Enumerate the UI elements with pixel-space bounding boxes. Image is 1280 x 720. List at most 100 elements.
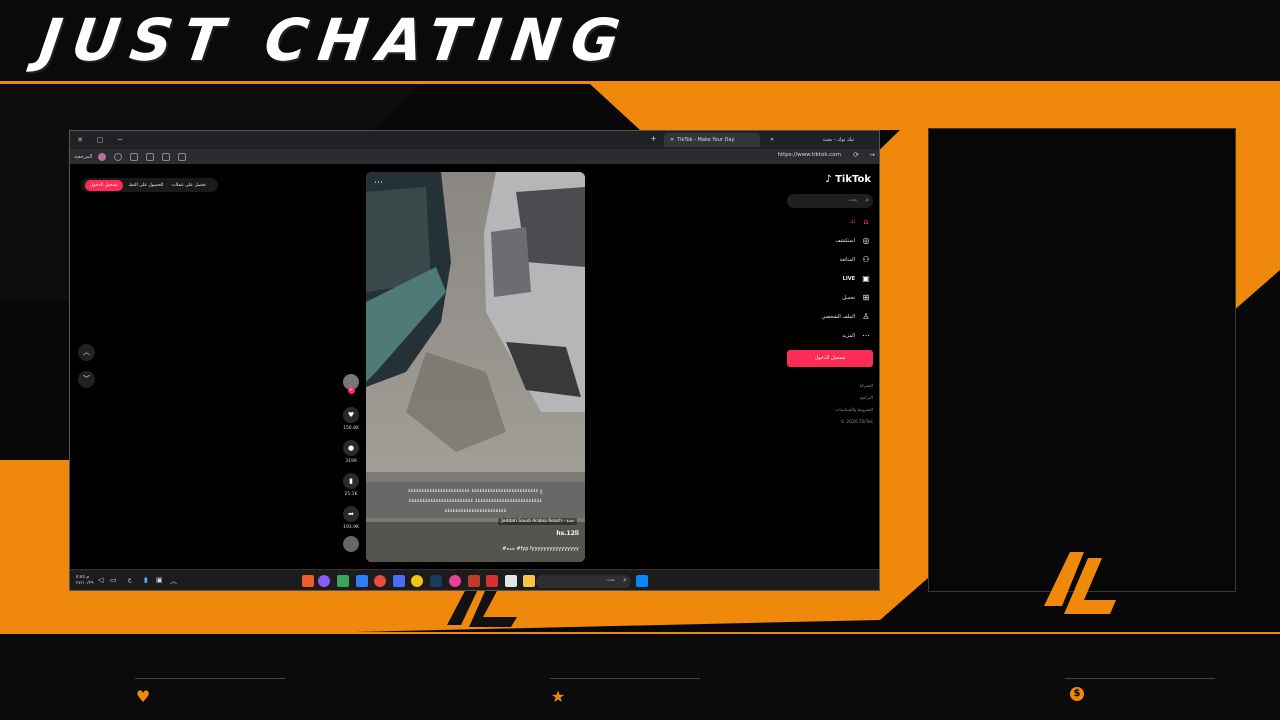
tab-label: تيك توك - بحث [822, 137, 854, 143]
tray-overflow-icon[interactable]: ︿ [170, 576, 177, 586]
nav-profile[interactable]: الملف الشخصي ♙ [822, 312, 871, 321]
nav-label: المزيد [842, 332, 855, 339]
video-username[interactable]: hs.12li [556, 530, 579, 537]
video-menu-icon[interactable]: ⋯ [374, 178, 383, 188]
search-icon[interactable]: ⌕ [865, 196, 869, 205]
favorites-label[interactable]: المرجعية [74, 154, 92, 160]
location-tag[interactable]: Jeddah Saudi Arabia Reach - جدة [498, 518, 577, 525]
star-icon: ★ [550, 687, 566, 706]
app-icon[interactable] [393, 575, 405, 587]
app-icon[interactable] [318, 575, 330, 587]
tiktok-logo[interactable]: ♪ TikTok [825, 174, 871, 185]
share-action[interactable]: ➦ 193.9K [340, 506, 362, 530]
comment-action[interactable]: ● 3199 [340, 440, 362, 464]
footer-link[interactable]: الشركة [859, 384, 873, 389]
nav-label: LIVE [842, 275, 855, 282]
settings-icon[interactable] [178, 152, 187, 161]
favorites-icon[interactable] [162, 152, 171, 161]
footer-link[interactable]: الشروط والسياسات [835, 408, 873, 413]
share-icon[interactable]: ➦ [343, 506, 359, 522]
next-video-button[interactable]: ﹀ [78, 371, 95, 388]
search-input[interactable]: بحث ⌕ [787, 194, 873, 208]
minimize-window-icon[interactable]: ─ [110, 136, 130, 144]
app-icon[interactable] [468, 575, 480, 587]
chrome-icon[interactable] [411, 575, 423, 587]
taskbar-search[interactable]: بحث ⌕ [536, 575, 631, 588]
nav-explore[interactable]: استكشف ◎ [836, 236, 872, 245]
close-window-icon[interactable]: ✕ [70, 136, 90, 144]
extension-icon[interactable] [98, 152, 107, 161]
like-action[interactable]: ♥ 150.8K [340, 407, 362, 431]
refresh-icon[interactable]: ⟳ [853, 151, 859, 159]
nav-label: لك [849, 218, 855, 225]
music-disc-icon[interactable] [343, 536, 359, 552]
collections-icon[interactable] [146, 152, 155, 161]
login-button[interactable]: تسجيل الدخول [787, 350, 873, 367]
save-action[interactable]: ▮ 25.1K [340, 473, 362, 497]
windows-start-icon[interactable] [636, 575, 648, 587]
like-count: 150.8K [343, 426, 359, 431]
close-tab-icon[interactable]: ✕ [770, 137, 774, 143]
language-icon[interactable]: ع [128, 576, 132, 583]
profile-icon[interactable] [114, 152, 123, 161]
app-icon[interactable] [449, 575, 461, 587]
comment-count: 3199 [345, 459, 357, 464]
app-icon[interactable] [337, 575, 349, 587]
footer-link[interactable]: البرامج [860, 396, 873, 401]
close-tab-icon[interactable]: ✕ [670, 137, 674, 143]
file-explorer-icon[interactable] [523, 575, 535, 587]
following-icon: ⚇ [862, 255, 870, 264]
video-player[interactable]: ⋯ ع ٤٤٤٤٤٤٤٤٤٤٤٤٤٤٤٤٤٤٤٤٤٤٤٤٤ ٤٤٤٤٤٤٤٤٤٤… [366, 172, 585, 562]
stream-overlay: JUST CHATING ♥ ★ $ ✕ ▢ ─ + ✕ TikTok - Ma… [0, 0, 1280, 720]
tab-bar: ✕ ▢ ─ + ✕ TikTok - Make Your Day ✕ تيك ت… [70, 131, 879, 149]
brave-icon[interactable] [302, 575, 314, 587]
app-icon[interactable] [486, 575, 498, 587]
comment-icon[interactable]: ● [343, 440, 359, 456]
network-icon[interactable]: ▭ [110, 576, 117, 584]
stream-title: JUST CHATING [35, 6, 635, 74]
get-app-button[interactable]: الحصول على التطـ [129, 183, 164, 188]
volume-icon[interactable]: ◁ [98, 576, 103, 584]
store-icon[interactable] [505, 575, 517, 587]
nav-following[interactable]: المتابَعة ⚇ [840, 255, 871, 264]
top-actions: تسجيل الدخول الحصول على التطـ تحصل على ع… [81, 178, 219, 192]
follow-plus-icon[interactable]: + [347, 387, 355, 394]
steam-icon[interactable] [430, 575, 442, 587]
heart-icon[interactable]: ♥ [343, 407, 359, 423]
search-placeholder: بحث [848, 198, 857, 203]
get-coins-button[interactable]: تحصل على عملات [172, 183, 206, 188]
tab-tiktok-search[interactable]: ✕ تيك توك - بحث [764, 133, 860, 147]
footer-divider [550, 678, 700, 679]
dollar-coin-icon: $ [1070, 687, 1084, 701]
nav-label: الملف الشخصي [821, 313, 855, 320]
save-count: 25.1K [344, 492, 358, 497]
app-icon[interactable] [356, 575, 368, 587]
app-icon[interactable] [374, 575, 386, 587]
maximize-window-icon[interactable]: ▢ [90, 136, 110, 144]
heart-icon: ♥ [135, 687, 151, 706]
tab-tiktok[interactable]: ✕ TikTok - Make Your Day [664, 133, 760, 147]
system-clock[interactable]: م ٥:٥٥ ٢٧/١٠/٢٩ [76, 575, 94, 587]
footer-divider [135, 678, 285, 679]
tabs-icon[interactable] [130, 152, 139, 161]
display-icon[interactable]: ▣ [156, 576, 163, 584]
login-button-top[interactable]: تسجيل الدخول [85, 179, 123, 191]
nav-live[interactable]: LIVE ▣ [843, 274, 871, 283]
nav-more[interactable]: المزيد ⋯ [842, 331, 871, 340]
search-icon[interactable]: ⌕ [623, 576, 627, 585]
bottom-bar [0, 632, 1280, 720]
tab-label: TikTok - Make Your Day [677, 137, 735, 143]
previous-video-button[interactable]: ︿ [78, 344, 95, 361]
bookmark-icon[interactable]: ▮ [343, 473, 359, 489]
nav-label: استكشف [835, 237, 856, 244]
creator-avatar[interactable]: + [340, 374, 362, 394]
nav-upload[interactable]: تحميل ⊞ [842, 293, 871, 302]
forward-icon[interactable]: → [869, 151, 875, 159]
mic-icon[interactable]: ▮ [144, 576, 148, 584]
new-tab-icon[interactable]: + [650, 134, 657, 143]
url-field[interactable]: https://www.tiktok.com [777, 152, 841, 158]
video-description: #جده #fyp fyyyyyyyyyyyyyyyy [502, 546, 579, 552]
music-disc[interactable] [340, 536, 362, 552]
tiktok-page: تسجيل الدخول الحصول على التطـ تحصل على ع… [70, 164, 879, 569]
nav-for-you[interactable]: لك ⌂ [849, 217, 871, 226]
